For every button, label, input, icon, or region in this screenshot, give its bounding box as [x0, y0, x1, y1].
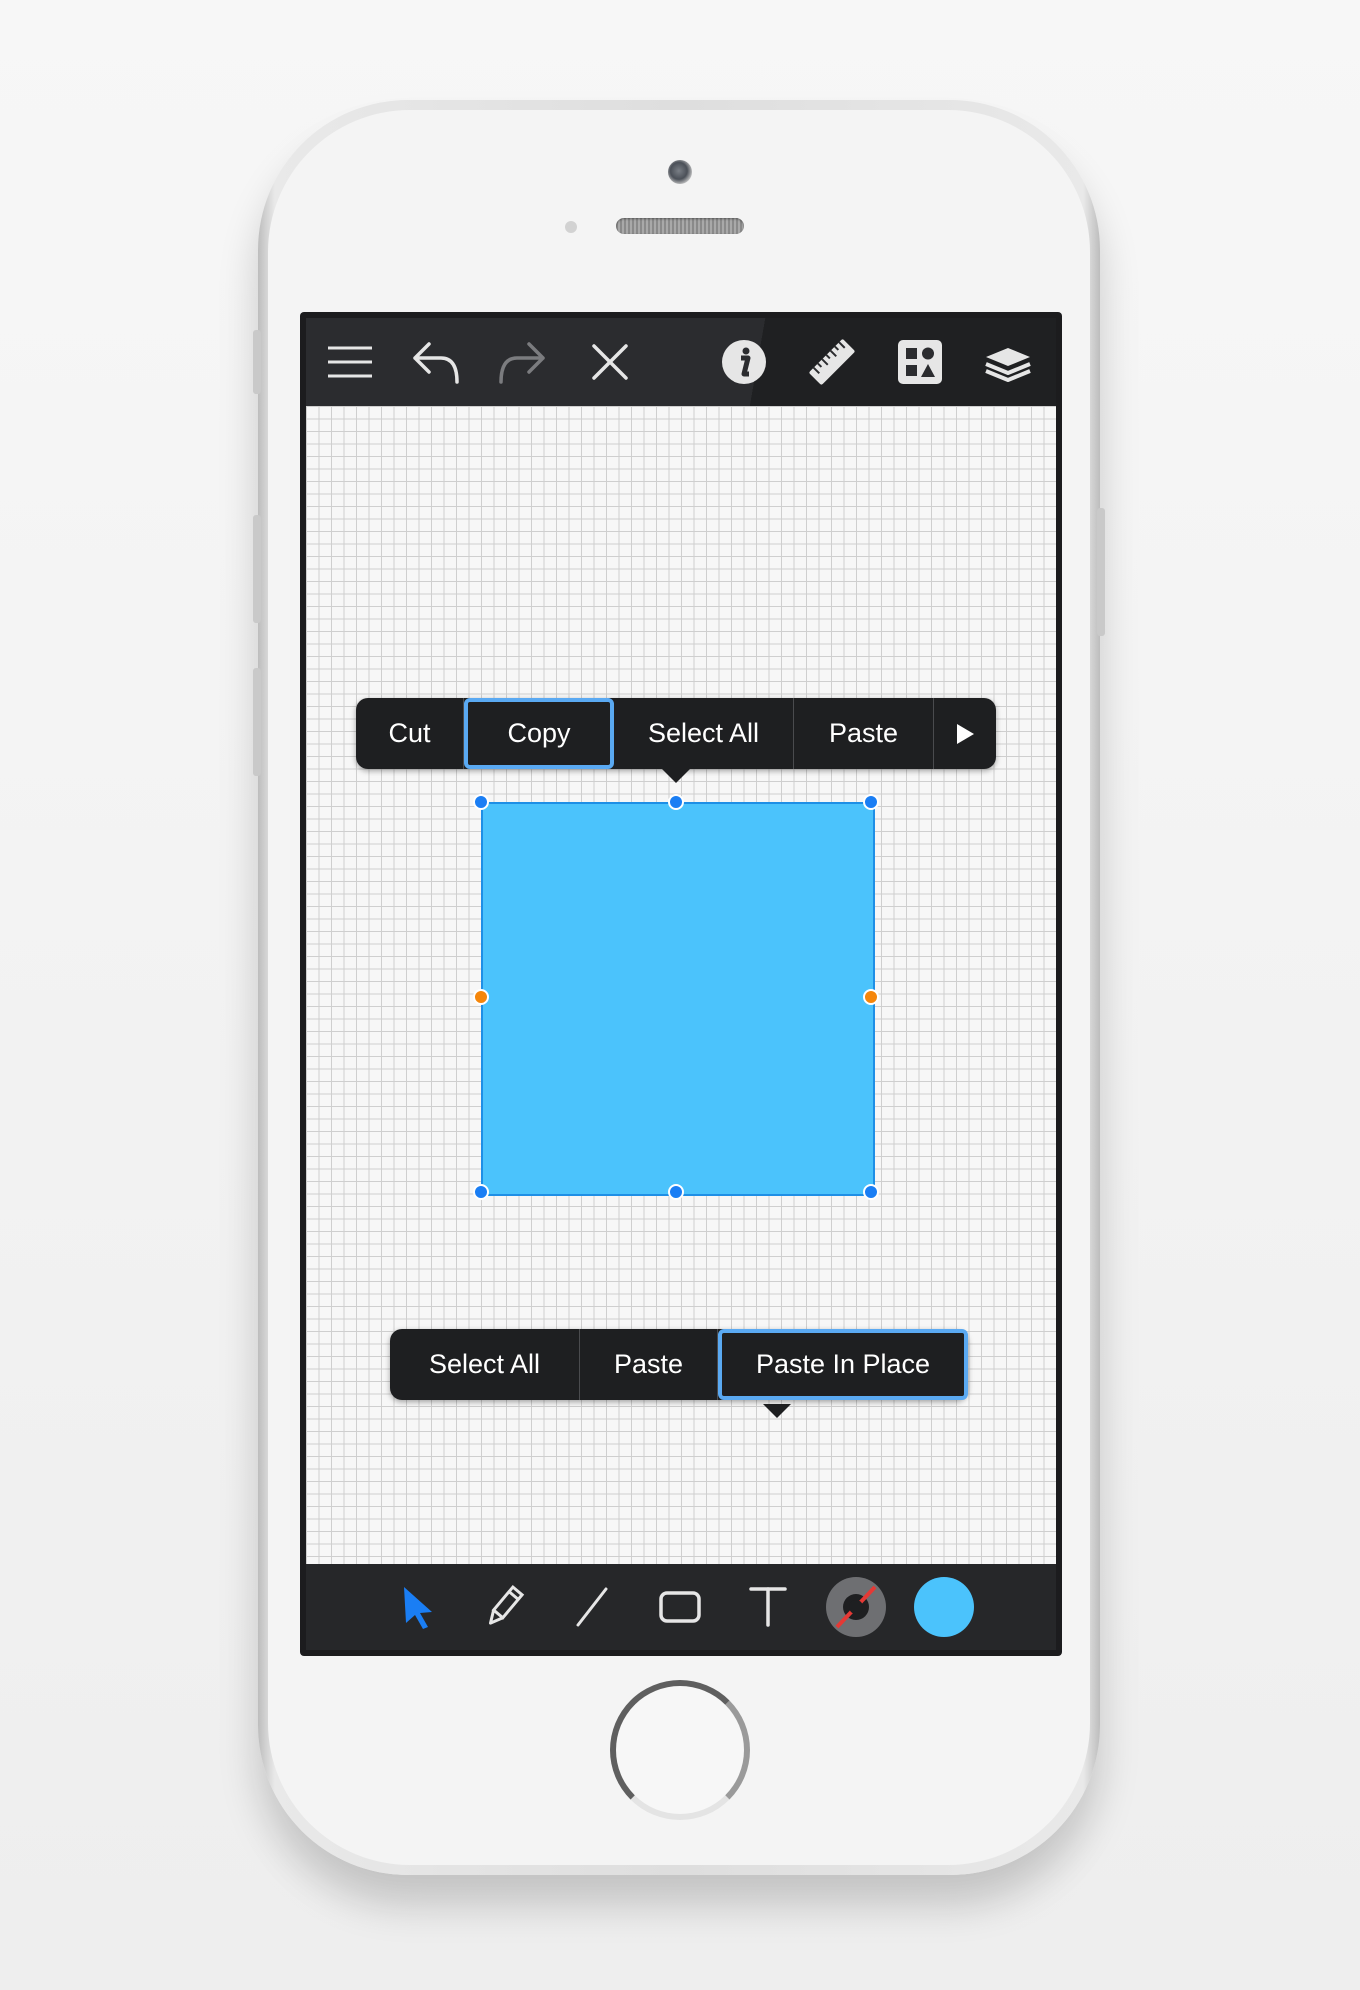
menu-select-all[interactable]: Select All	[390, 1329, 580, 1400]
stroke-color-icon[interactable]	[824, 1575, 888, 1639]
play-arrow-icon[interactable]	[934, 698, 996, 769]
layers-icon[interactable]	[976, 330, 1040, 394]
resize-handle-bottom-left[interactable]	[473, 1184, 489, 1200]
context-menu-top-pointer	[662, 769, 690, 783]
select-arrow-icon[interactable]	[386, 1575, 450, 1639]
front-camera	[668, 160, 692, 184]
power-button	[1097, 508, 1105, 636]
ruler-icon[interactable]	[800, 330, 864, 394]
undo-icon[interactable]	[404, 330, 468, 394]
fill-color-icon[interactable]	[912, 1575, 976, 1639]
resize-handle-bottom[interactable]	[668, 1184, 684, 1200]
home-button[interactable]	[610, 1680, 750, 1820]
resize-handle-right[interactable]	[863, 989, 879, 1005]
redo-icon[interactable]	[490, 330, 554, 394]
menu-paste-in-place[interactable]: Paste In Place	[718, 1329, 968, 1400]
pencil-icon[interactable]	[472, 1575, 536, 1639]
menu-select-all[interactable]: Select All	[614, 698, 794, 769]
menu-cut[interactable]: Cut	[356, 698, 464, 769]
text-icon[interactable]	[736, 1575, 800, 1639]
resize-handle-left[interactable]	[473, 989, 489, 1005]
selected-rectangle[interactable]	[481, 802, 875, 1196]
volume-down-button	[253, 668, 261, 776]
earpiece-speaker	[616, 218, 744, 234]
proximity-sensor	[565, 221, 577, 233]
volume-up-button	[253, 515, 261, 623]
resize-handle-top-left[interactable]	[473, 794, 489, 810]
rectangle-icon[interactable]	[648, 1575, 712, 1639]
menu-paste[interactable]: Paste	[580, 1329, 718, 1400]
menu-copy[interactable]: Copy	[464, 698, 614, 769]
resize-handle-top[interactable]	[668, 794, 684, 810]
menu-icon[interactable]	[318, 330, 382, 394]
shapes-library-icon[interactable]	[888, 330, 952, 394]
menu-paste[interactable]: Paste	[794, 698, 934, 769]
info-icon[interactable]	[712, 330, 776, 394]
context-menu-top: Cut Copy Select All Paste	[356, 698, 996, 769]
resize-handle-top-right[interactable]	[863, 794, 879, 810]
line-icon[interactable]	[560, 1575, 624, 1639]
close-icon[interactable]	[578, 330, 642, 394]
mute-switch	[253, 330, 261, 394]
context-menu-bottom: Select All Paste Paste In Place	[390, 1329, 968, 1400]
resize-handle-bottom-right[interactable]	[863, 1184, 879, 1200]
context-menu-bottom-pointer	[763, 1404, 791, 1418]
